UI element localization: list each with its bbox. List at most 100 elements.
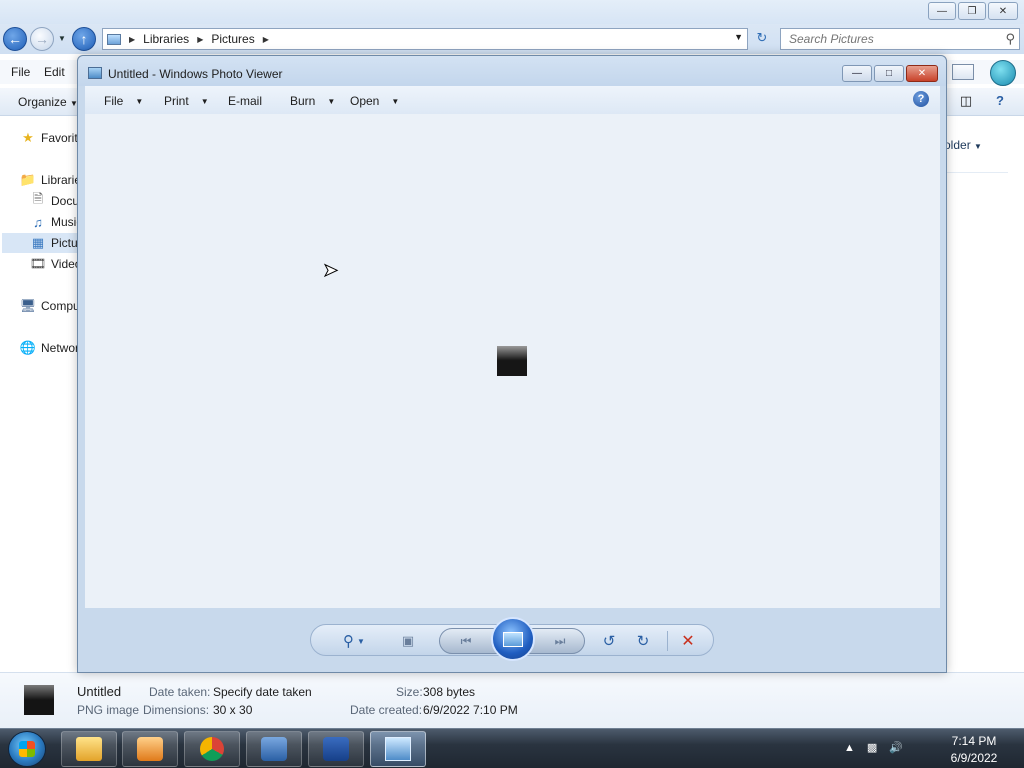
mail-icon[interactable] [952,64,974,80]
date-created-value: 6/9/2022 7:10 PM [423,703,518,717]
actual-size-icon[interactable]: ▣ [397,631,419,651]
start-button[interactable] [8,731,46,767]
forward-button[interactable]: → [30,27,54,51]
nav-computer[interactable]: 🖥 Computer [20,296,78,316]
file-type: PNG image [77,703,140,717]
menu-file[interactable]: File [11,65,30,79]
slideshow-icon [503,631,523,647]
zoom-icon[interactable]: ⚲ ▼ [337,631,371,651]
clock-date: 6/9/2022 [950,751,998,765]
address-dropdown-icon[interactable]: ▼ [734,32,743,42]
back-button[interactable]: ← [3,27,27,51]
nav-pictures[interactable]: ▦ Pictures [2,233,78,253]
search-box[interactable]: ⚲ [780,28,1020,50]
previous-icon[interactable]: ⏮ [454,631,478,651]
search-icon[interactable]: ⚲ [1005,31,1015,47]
explorer-titlebar: — ❐ ✕ [0,0,1024,24]
window-title: Untitled - Windows Photo Viewer [108,67,283,81]
delete-icon[interactable]: ✕ [677,631,699,651]
breadcrumb-separator-icon: ▶ [197,34,204,44]
frog-app-icon [323,737,349,761]
taskbar-explorer-button[interactable] [61,731,117,767]
taskbar-media-player-button[interactable] [122,731,178,767]
explorer-minimize-button[interactable]: — [928,2,956,20]
next-icon[interactable]: ⏭ [548,631,572,651]
pictures-library-icon [107,33,121,45]
size-label: Size: [396,685,423,699]
menu-burn-button[interactable]: Burn ▼ [290,94,335,108]
rotate-clockwise-icon[interactable]: ↻ [633,631,653,651]
taskbar-chrome-button[interactable] [184,731,240,767]
divider [667,631,668,651]
arrange-by-folder-button[interactable]: older ▼ [944,138,982,152]
nav-favorites[interactable]: ★ Favorites [20,128,78,148]
address-bar[interactable]: ▶ Libraries ▶ Pictures ▶ ▼ [102,28,748,50]
slideshow-button[interactable] [491,617,535,661]
menu-file-button[interactable]: File ▼ [104,94,143,108]
volume-icon[interactable]: 🔊 [889,741,903,754]
clock[interactable]: 7:14 PM 6/9/2022 [936,733,1012,767]
help-icon[interactable]: ? [913,91,929,107]
photo-viewer-menubar: File ▼ Print ▼ E-mail Burn ▼ Open ▼ ? [85,86,940,114]
chevron-down-icon: ▼ [135,96,144,106]
chevron-down-icon: ▼ [391,96,400,106]
media-player-icon [137,737,163,761]
globe-icon[interactable] [990,60,1016,86]
taskbar-app-button[interactable] [246,731,302,767]
menu-open-button[interactable]: Open ▼ [350,94,399,108]
frog-app-icon [261,737,287,761]
photo-viewer-icon [385,737,411,761]
explorer-close-button[interactable]: ✕ [988,2,1018,20]
taskbar-photo-viewer-button[interactable] [370,731,426,767]
network-status-icon[interactable]: ▩ [867,741,877,754]
nav-pictures-label: Pictures [51,236,78,250]
maximize-button[interactable]: □ [874,65,904,82]
dimensions-value: 30 x 30 [213,703,253,717]
nav-documents-label: Documents [51,194,78,208]
menu-print-button[interactable]: Print ▼ [164,94,209,108]
nav-music-label: Music [51,215,78,229]
nav-videos[interactable]: 🎞 Videos [30,254,78,274]
displayed-image [497,346,527,376]
up-button[interactable]: ↑ [72,27,96,51]
nav-videos-label: Videos [51,257,78,271]
computer-icon: 🖥 [20,298,37,313]
nav-libraries[interactable]: 📁 Libraries [20,170,78,190]
playback-controls: ⚲ ▼ ▣ ⏮ ⏭ ↺ ↻ ✕ [310,617,714,661]
network-icon: 🌐 [20,340,37,355]
image-canvas[interactable]: ➤ [85,114,940,608]
taskbar-app-button[interactable] [308,731,364,767]
size-value: 308 bytes [423,685,476,699]
show-hidden-icons-icon[interactable]: ▲ [844,742,855,754]
breadcrumb-libraries[interactable]: Libraries [143,32,189,46]
nav-network[interactable]: 🌐 Network [20,338,78,358]
search-input[interactable] [789,32,989,46]
nav-documents[interactable]: 🗎 Documents [30,191,78,211]
minimize-button[interactable]: — [842,65,872,82]
breadcrumb-separator-icon[interactable]: ▶ [263,35,269,44]
menu-edit[interactable]: Edit [44,65,65,79]
rotate-counterclockwise-icon[interactable]: ↺ [599,631,619,651]
breadcrumb-pictures[interactable]: Pictures [211,32,254,46]
date-created-label: Date created: [350,703,423,717]
refresh-icon[interactable]: ↻ [752,30,772,50]
nav-favorites-label: Favorites [41,131,78,145]
nav-libraries-label: Libraries [41,173,78,187]
close-button[interactable]: ✕ [906,65,938,82]
preview-pane-icon[interactable]: ◫ [956,93,976,111]
explorer-restore-button[interactable]: ❐ [958,2,986,20]
help-icon[interactable]: ? [990,93,1010,111]
menu-open-label: Open [350,94,380,108]
nav-music[interactable]: ♫ Music [30,212,78,232]
menu-email-button[interactable]: E-mail [228,94,262,108]
breadcrumb-separator-icon: ▶ [129,34,136,44]
nav-network-label: Network [41,341,78,355]
photo-viewer-titlebar[interactable]: Untitled - Windows Photo Viewer — □ ✕ [78,56,946,86]
recent-pages-dropdown[interactable]: ▼ [58,34,66,43]
organize-button[interactable]: Organize ▼ [18,95,78,109]
nav-computer-label: Computer [41,299,78,313]
organize-label: Organize [18,95,67,109]
explorer-address-row: ← → ▼ ↑ ▶ Libraries ▶ Pictures ▶ ▼ ↻ ⚲ [0,24,1024,54]
date-taken-value[interactable]: Specify date taken [213,685,312,699]
mouse-cursor-icon: ➤ [322,260,339,281]
